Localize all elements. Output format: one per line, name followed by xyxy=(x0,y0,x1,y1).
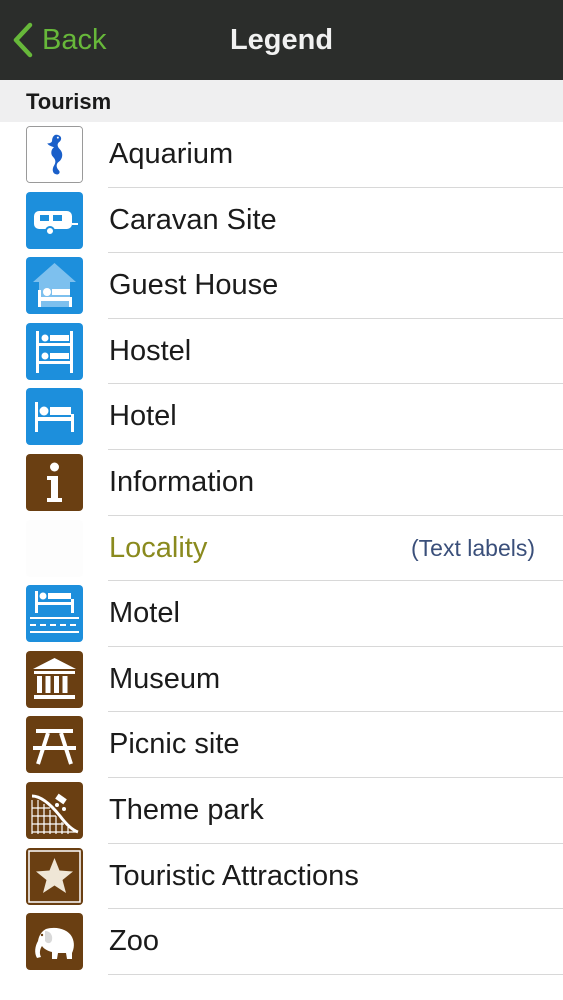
hotel-icon xyxy=(26,388,83,446)
list-item-theme-park[interactable]: Theme park xyxy=(0,777,563,844)
blank-icon xyxy=(26,519,83,577)
item-label: Hotel xyxy=(109,400,177,433)
item-sublabel: (Text labels) xyxy=(411,534,535,561)
item-label: Touristic Attractions xyxy=(109,859,359,892)
section-header: Tourism xyxy=(0,80,563,122)
list-item-picnic-site[interactable]: Picnic site xyxy=(0,712,563,778)
item-label: Hostel xyxy=(109,334,192,367)
legend-list: Aquarium Caravan Site Guest House Hostel… xyxy=(0,122,563,975)
nav-bar: Back Legend xyxy=(0,0,563,80)
item-label: Zoo xyxy=(109,925,159,958)
list-item-motel[interactable]: Motel xyxy=(0,581,563,647)
list-item-aquarium[interactable]: Aquarium xyxy=(0,122,563,188)
hostel-icon xyxy=(26,322,83,380)
list-item-museum[interactable]: Museum xyxy=(0,646,563,713)
page-title: Legend xyxy=(229,24,334,56)
list-item-caravan-site[interactable]: Caravan Site xyxy=(0,187,563,254)
list-item-touristic-attractions[interactable]: Touristic Attractions xyxy=(0,843,563,910)
motel-icon xyxy=(26,585,83,643)
museum-icon xyxy=(26,650,83,708)
caravan-icon xyxy=(26,191,83,249)
list-item-information[interactable]: Information xyxy=(0,449,563,516)
elephant-icon xyxy=(26,913,83,971)
information-icon xyxy=(26,453,83,511)
guest-house-icon xyxy=(26,257,83,315)
roller-coaster-icon xyxy=(26,781,83,839)
section-title: Tourism xyxy=(26,89,112,114)
list-item-zoo[interactable]: Zoo xyxy=(0,909,563,975)
list-item-guest-house[interactable]: Guest House xyxy=(0,253,563,319)
item-label: Motel xyxy=(109,597,180,630)
item-label: Guest House xyxy=(109,269,279,302)
star-icon xyxy=(26,847,83,905)
item-label: Locality xyxy=(109,531,208,564)
item-label: Theme park xyxy=(109,793,264,826)
list-item-hotel[interactable]: Hotel xyxy=(0,384,563,450)
item-label: Information xyxy=(109,465,255,498)
item-label: Picnic site xyxy=(109,728,240,761)
item-label: Aquarium xyxy=(109,138,234,170)
item-label: Caravan Site xyxy=(109,203,277,236)
picnic-table-icon xyxy=(26,716,83,774)
seahorse-icon xyxy=(26,126,83,183)
item-label: Museum xyxy=(109,662,221,695)
list-item-hostel[interactable]: Hostel xyxy=(0,318,563,385)
list-item-locality[interactable]: Locality (Text labels) xyxy=(0,515,563,582)
